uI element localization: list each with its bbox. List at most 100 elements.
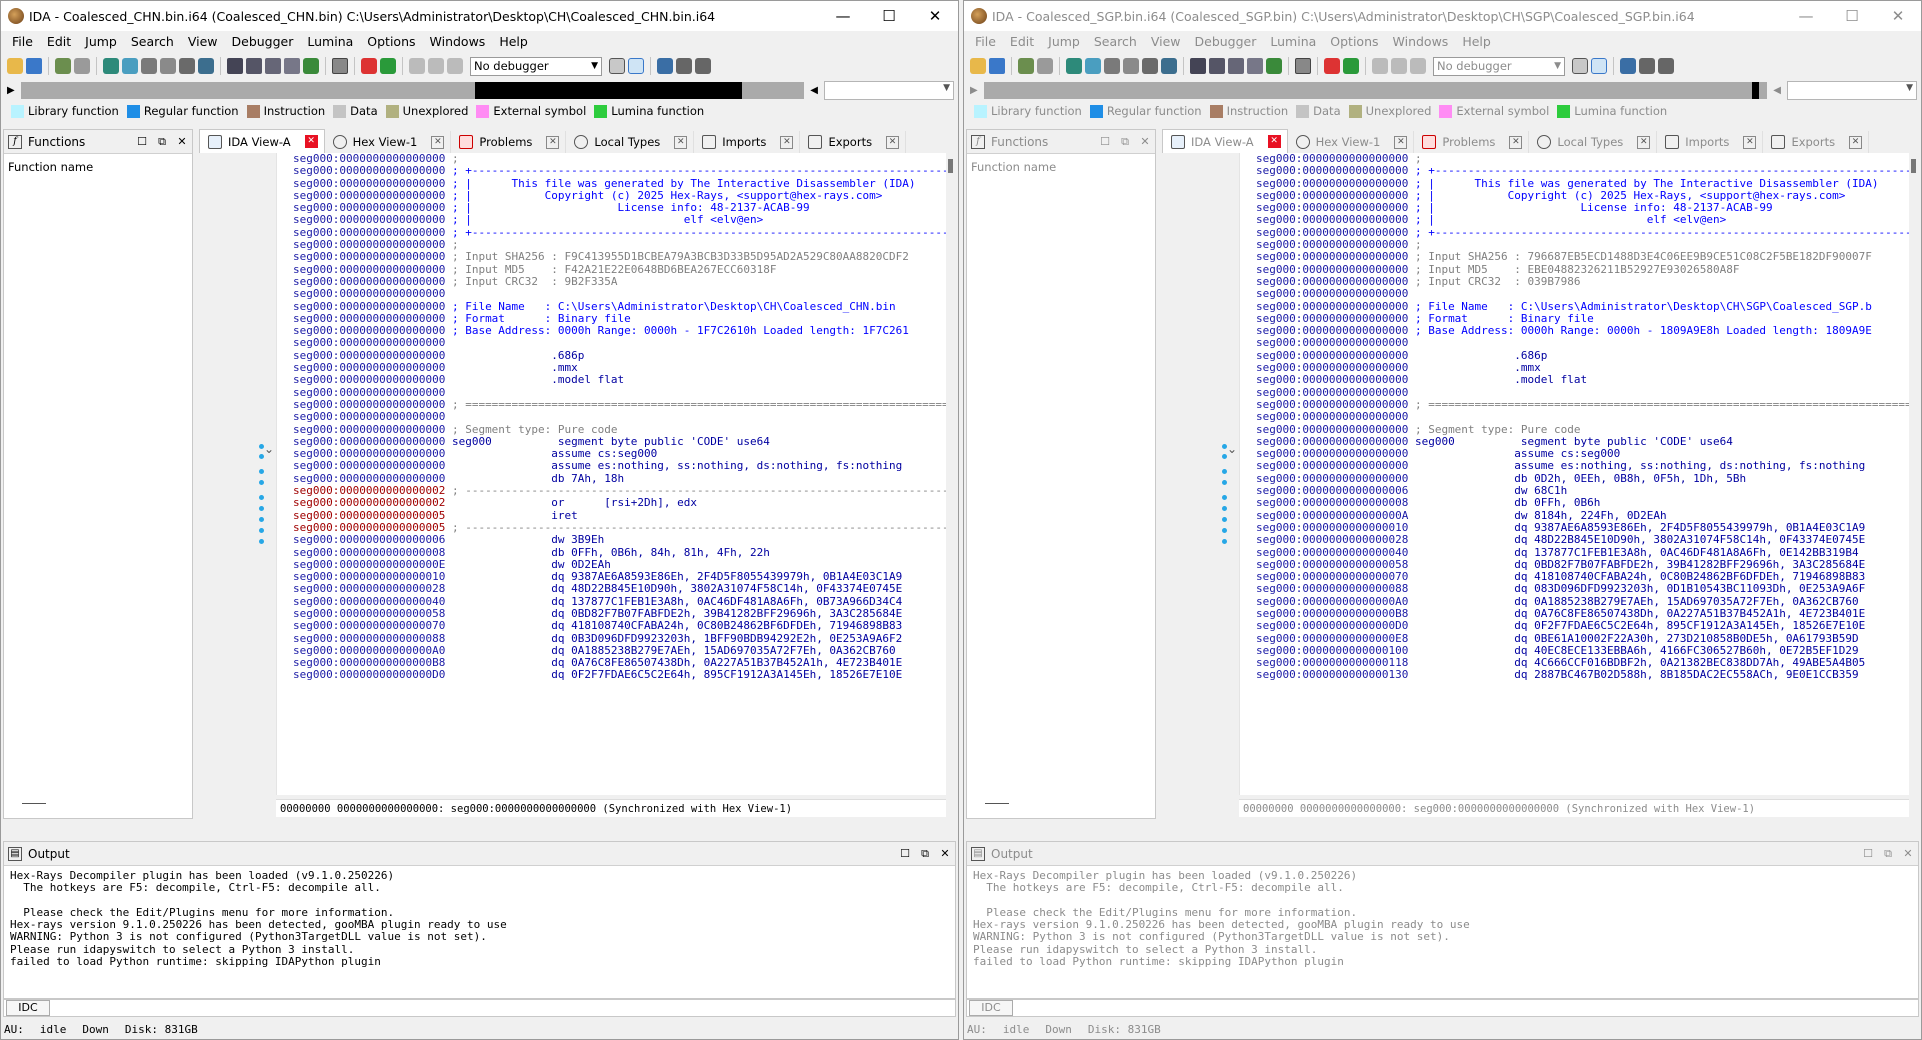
string-icon[interactable]	[1228, 58, 1244, 74]
nav-right-arrow-icon[interactable]: ◀	[1773, 85, 1781, 96]
menu-edit[interactable]: Edit	[40, 31, 78, 53]
play-icon[interactable]	[409, 58, 425, 74]
undefine-icon[interactable]	[1266, 58, 1282, 74]
close-button[interactable]: ✕	[1875, 1, 1921, 31]
tab-local-types[interactable]: Local Types ✕	[566, 131, 695, 153]
text-format-icon[interactable]	[332, 58, 348, 74]
tab-close-icon[interactable]: ✕	[780, 135, 794, 149]
title-bar[interactable]: IDA - Coalesced_CHN.bin.i64 (Coalesced_C…	[1, 1, 958, 31]
global-icon[interactable]	[1066, 58, 1082, 74]
jump-icon[interactable]	[198, 58, 214, 74]
immediate-search-icon[interactable]	[179, 58, 195, 74]
collapse-arrow-icon[interactable]: ⌄	[1227, 442, 1237, 456]
jump-icon[interactable]	[1161, 58, 1177, 74]
panel-maximize-icon[interactable]: ☐	[895, 847, 915, 860]
tab-close-icon[interactable]: ✕	[1637, 135, 1651, 149]
maximize-button[interactable]: ☐	[866, 1, 912, 31]
outdent-icon[interactable]	[1658, 58, 1674, 74]
code-icon[interactable]	[227, 58, 243, 74]
tab-close-icon[interactable]: ✕	[546, 135, 560, 149]
open-folder-icon[interactable]	[7, 58, 23, 74]
panel-restore-icon[interactable]: ⧉	[1878, 847, 1898, 861]
run-icon[interactable]	[380, 58, 396, 74]
panel-maximize-icon[interactable]: ☐	[1858, 847, 1878, 860]
graph-icon[interactable]	[361, 58, 377, 74]
menu-lumina[interactable]: Lumina	[1263, 31, 1323, 53]
title-bar[interactable]: IDA - Coalesced_SGP.bin.i64 (Coalesced_S…	[964, 1, 1921, 31]
panel-restore-icon[interactable]: ⧉	[915, 847, 935, 861]
menu-search[interactable]: Search	[1087, 31, 1144, 53]
command-input[interactable]	[1017, 1000, 1918, 1016]
menu-view[interactable]: View	[1144, 31, 1188, 53]
panel-restore-icon[interactable]: ⧉	[152, 135, 172, 149]
text-format-icon[interactable]	[1295, 58, 1311, 74]
tab-ida-view-a[interactable]: IDA View-A ✕	[1162, 129, 1288, 153]
tab-hex-view-1[interactable]: Hex View-1 ✕	[1288, 131, 1415, 153]
close-button[interactable]: ✕	[912, 1, 958, 31]
maximize-button[interactable]: ☐	[1829, 1, 1875, 31]
immediate-search-icon[interactable]	[1142, 58, 1158, 74]
menu-options[interactable]: Options	[1323, 31, 1385, 53]
tab-ida-view-a[interactable]: IDA View-A ✕	[199, 129, 325, 153]
minimize-button[interactable]: —	[820, 1, 866, 31]
stop-icon[interactable]	[1410, 58, 1426, 74]
tab-close-icon[interactable]: ✕	[1849, 135, 1863, 149]
stop-icon[interactable]	[447, 58, 463, 74]
tab-exports[interactable]: Exports ✕	[800, 131, 907, 153]
array-icon[interactable]	[1247, 58, 1263, 74]
binary-search-icon[interactable]	[122, 58, 138, 74]
run-icon[interactable]	[1343, 58, 1359, 74]
tab-close-icon[interactable]: ✕	[304, 135, 318, 148]
sequence-icon[interactable]	[1123, 58, 1139, 74]
panel-maximize-icon[interactable]: ☐	[132, 135, 152, 148]
code-icon[interactable]	[1190, 58, 1206, 74]
menu-jump[interactable]: Jump	[1041, 31, 1087, 53]
menu-debugger[interactable]: Debugger	[225, 31, 301, 53]
tab-exports[interactable]: Exports ✕	[1763, 131, 1870, 153]
panel-maximize-icon[interactable]: ☐	[1095, 135, 1115, 148]
scrollbar-thumb[interactable]	[1911, 159, 1916, 173]
tab-imports[interactable]: Imports ✕	[694, 131, 801, 153]
save-icon[interactable]	[989, 58, 1005, 74]
panel-restore-icon[interactable]: ⧉	[1115, 135, 1135, 149]
comment-icon[interactable]	[609, 58, 625, 74]
data-icon[interactable]	[1209, 58, 1225, 74]
open-folder-icon[interactable]	[970, 58, 986, 74]
function-name-column-header[interactable]: Function name	[967, 154, 1155, 180]
menu-search[interactable]: Search	[124, 31, 181, 53]
pause-icon[interactable]	[428, 58, 444, 74]
tab-close-icon[interactable]: ✕	[431, 135, 445, 149]
tab-problems[interactable]: Problems ✕	[451, 131, 567, 153]
menu-view[interactable]: View	[181, 31, 225, 53]
nav-right-arrow-icon[interactable]: ◀	[810, 85, 818, 96]
tab-hex-view-1[interactable]: Hex View-1 ✕	[325, 131, 452, 153]
debugger-select[interactable]: No debugger ▼	[1433, 56, 1565, 76]
menu-file[interactable]: File	[968, 31, 1003, 53]
function-name-column-header[interactable]: Function name	[4, 154, 192, 180]
navigation-band[interactable]	[983, 81, 1768, 99]
sync-icon[interactable]	[628, 58, 644, 74]
disassembly-listing[interactable]: seg000:0000000000000000 ; seg000:00000000…	[276, 153, 946, 795]
save-icon[interactable]	[26, 58, 42, 74]
back-arrow-icon[interactable]	[55, 58, 71, 74]
menu-debugger[interactable]: Debugger	[1188, 31, 1264, 53]
menu-windows[interactable]: Windows	[423, 31, 493, 53]
disassembly-line[interactable]: seg000:00000000000000D0 dq 0F2F7FDAE6C5C…	[277, 669, 946, 681]
string-icon[interactable]	[265, 58, 281, 74]
array-icon[interactable]	[284, 58, 300, 74]
idc-language-button[interactable]: IDC	[6, 1000, 50, 1016]
menu-windows[interactable]: Windows	[1386, 31, 1456, 53]
tab-close-icon[interactable]: ✕	[1509, 135, 1523, 149]
outdent-icon[interactable]	[695, 58, 711, 74]
menu-jump[interactable]: Jump	[78, 31, 124, 53]
idc-language-button[interactable]: IDC	[969, 1000, 1013, 1016]
disassembly-scrollbar[interactable]	[1909, 153, 1919, 795]
collapse-arrow-icon[interactable]: ⌄	[264, 442, 274, 456]
indent-icon[interactable]	[676, 58, 692, 74]
disassembly-listing[interactable]: seg000:0000000000000000 ; seg000:00000000…	[1239, 153, 1909, 795]
panel-close-icon[interactable]: ✕	[1135, 135, 1155, 148]
navigation-band[interactable]	[20, 81, 805, 99]
global-icon[interactable]	[103, 58, 119, 74]
menu-edit[interactable]: Edit	[1003, 31, 1041, 53]
debugger-select[interactable]: No debugger ▼	[470, 56, 602, 76]
